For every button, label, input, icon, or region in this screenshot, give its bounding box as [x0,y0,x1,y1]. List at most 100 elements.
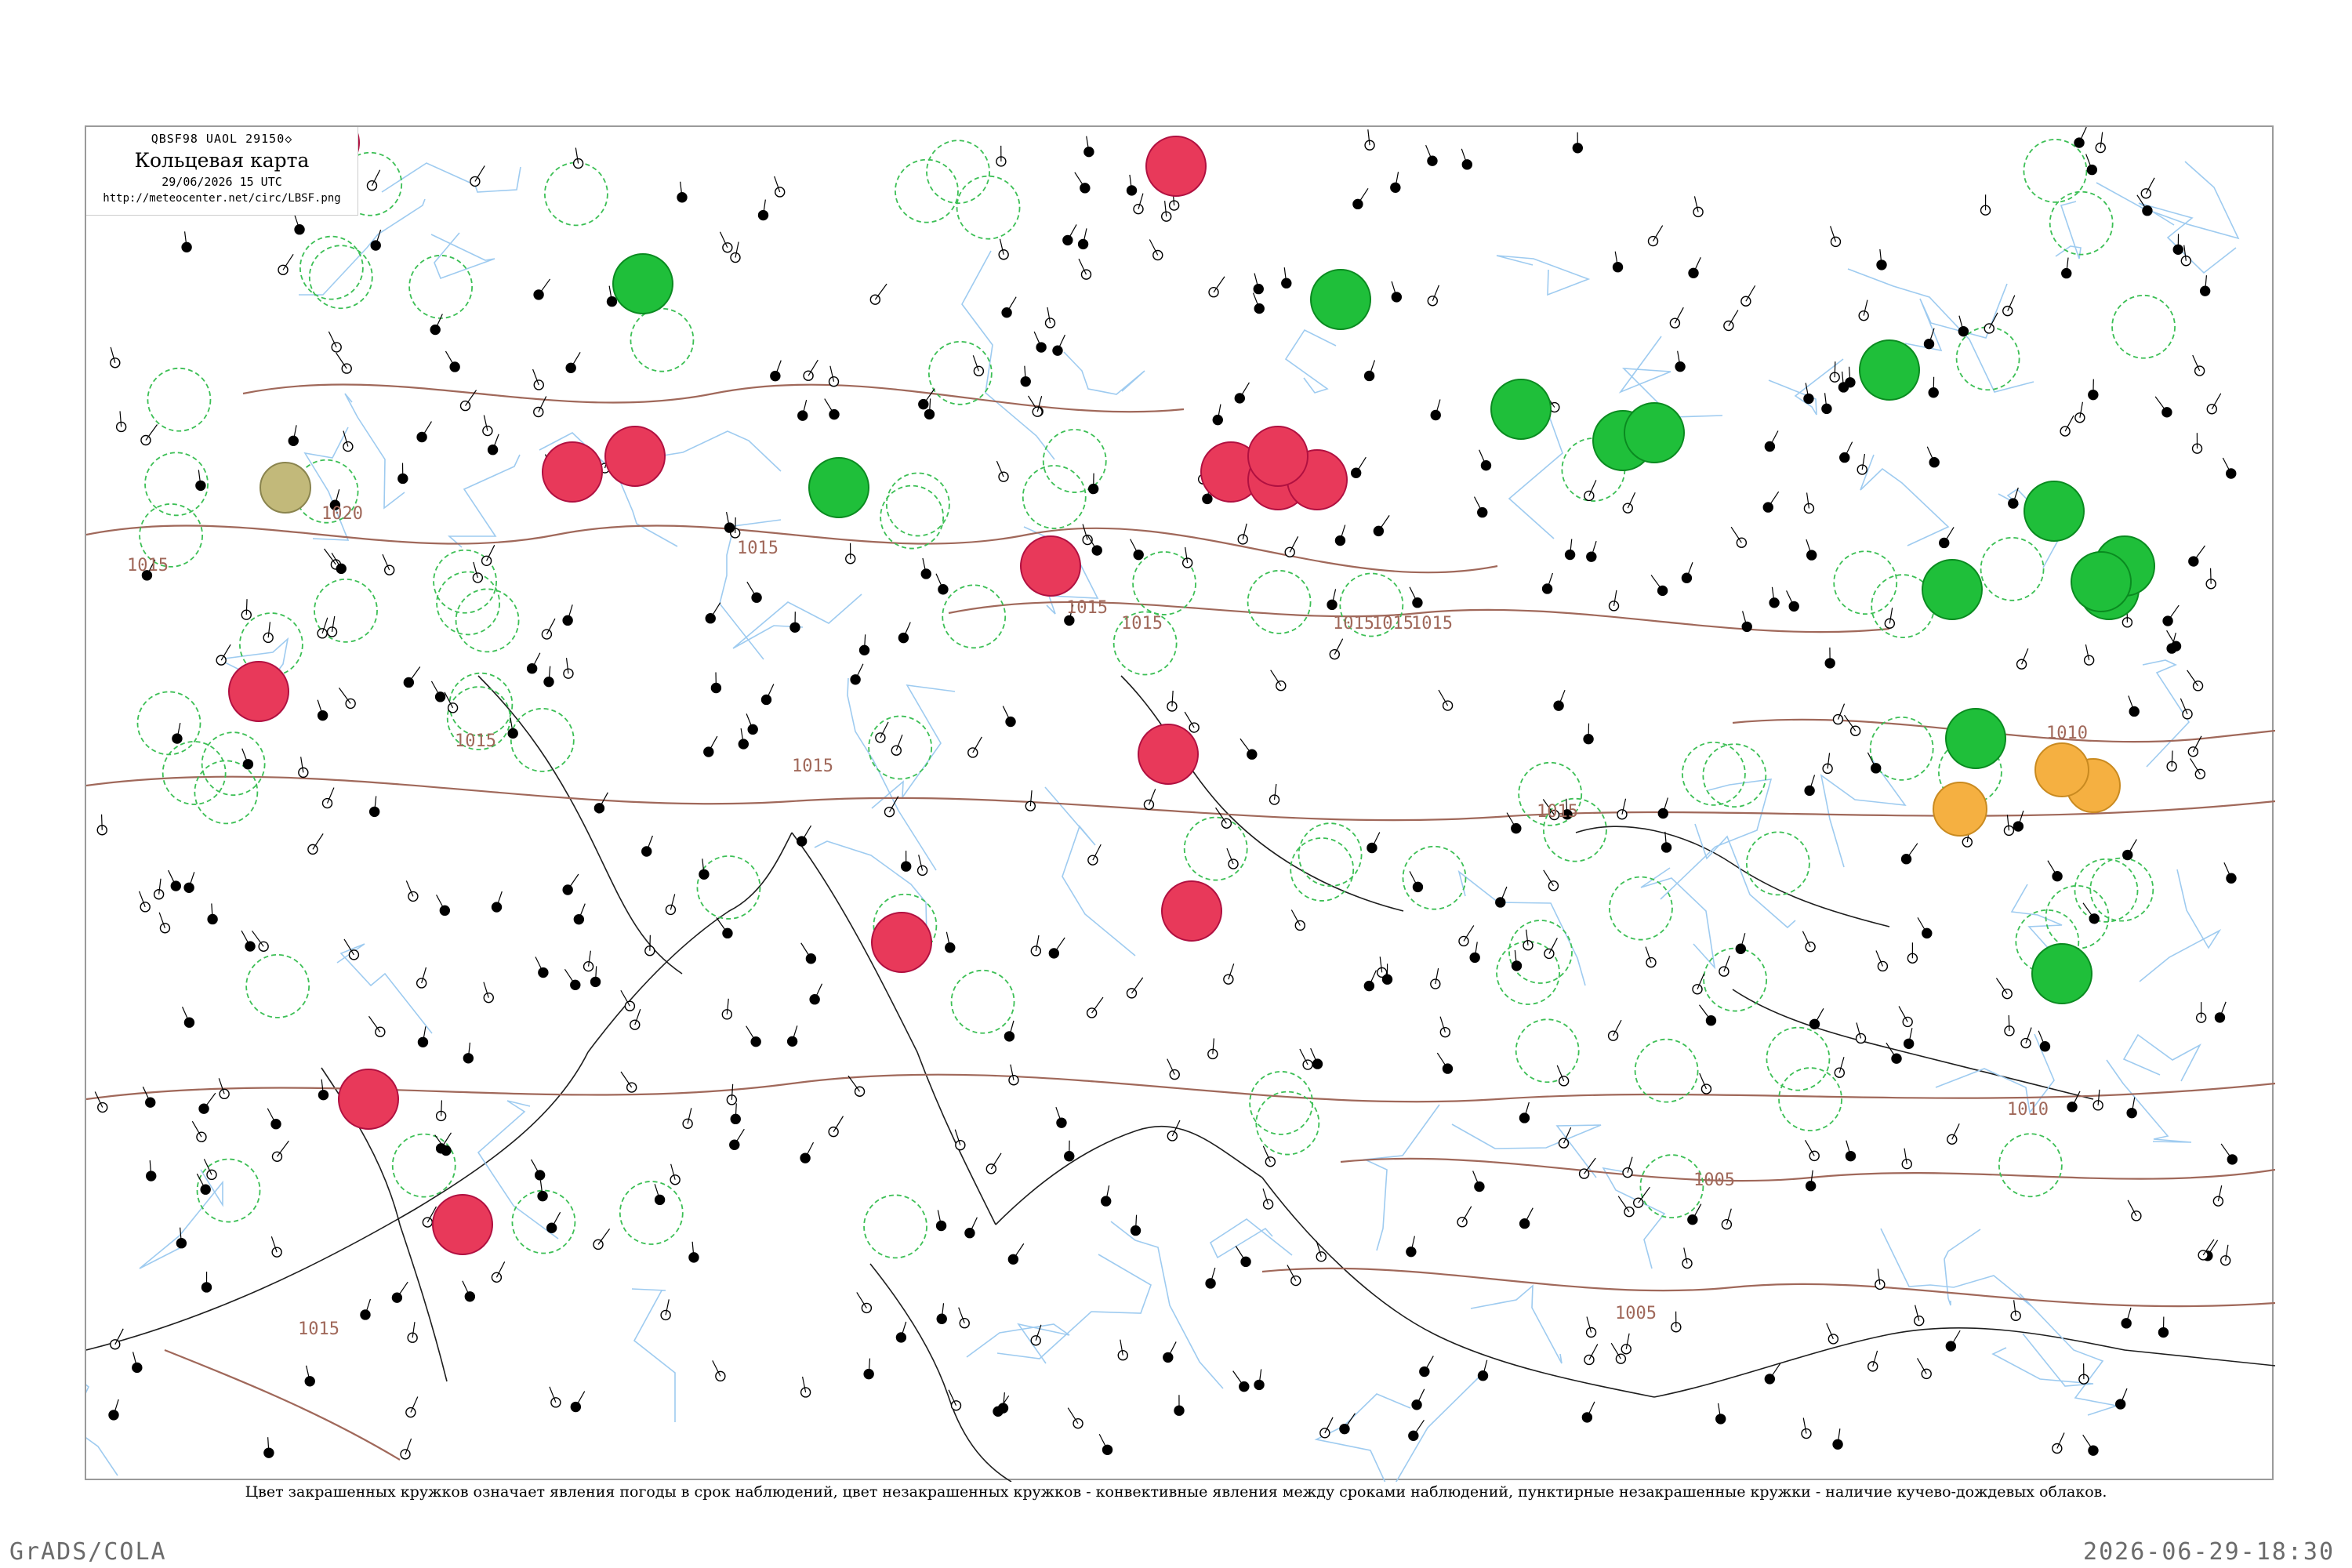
river [381,162,521,193]
coastline [587,832,793,1053]
shower-circle [612,253,673,314]
thunderstorm-circle [1145,136,1207,197]
wind-barb [1091,996,1104,1014]
station-marker [464,1291,476,1302]
river [1314,1393,1411,1482]
wind-barb [245,599,248,615]
cumulonimbus-ring [147,367,212,432]
station-marker [1202,493,1213,505]
wind-barb [276,1140,289,1157]
thunderstorm-circle [338,1069,399,1130]
river [1470,1284,1563,1364]
isobar-label: 1005 [1693,1171,1735,1190]
station-marker [132,1362,143,1374]
station-marker [875,732,886,743]
wind-barb [1235,1246,1247,1262]
wind-barb [1377,515,1390,532]
cumulonimbus-ring [510,707,575,772]
river [447,454,521,548]
shower-circle [1922,559,1983,620]
station-marker [1617,809,1628,820]
cumulonimbus-ring [895,158,959,223]
cumulonimbus-ring [942,584,1007,649]
cumulonimbus-ring [1508,920,1573,984]
station-marker [1693,206,1704,218]
cumulonimbus-ring [630,307,695,372]
river [139,1169,223,1269]
isobar-label: 1015 [127,556,169,575]
station-marker [416,431,427,443]
river [86,1374,118,1476]
wind-barb [734,1128,745,1145]
wind-barb [2167,604,2180,622]
wind-barb [800,942,811,960]
isobar-label: 1015 [1537,802,1578,822]
wind-barb [1074,172,1086,189]
shower-circle [2031,943,2092,1004]
wind-barb [312,833,324,850]
thunderstorm-circle [1161,880,1222,942]
map-url[interactable]: http://meteocenter.net/circ/LBSF.png [86,192,358,205]
river [2122,1033,2201,1082]
wind-barb [1617,1196,1630,1213]
isobar [86,1073,2275,1103]
wind-barb [203,1092,216,1109]
river [1496,255,1591,296]
station-marker [2142,205,2153,216]
dust-circle [1933,782,1987,837]
thunderstorm-circle [604,426,666,487]
isobar-label: 1010 [2046,724,2088,743]
wind-barb [1357,188,1369,205]
river [1768,358,1844,416]
bulletin-code: QBSF98 UAOL 29150◇ [151,132,293,146]
wind-barb [1131,977,1144,994]
shower-circle [1945,708,2006,769]
cumulonimbus-ring [1609,876,1673,941]
cumulonimbus-ring [1998,1133,2063,1198]
station-marker [2002,305,2013,317]
station-marker [1929,457,1940,468]
wind-barb [2047,860,2058,877]
station-marker [1830,236,1842,248]
station-marker [809,994,820,1005]
wind-barb [564,968,576,985]
wind-barb [1944,527,1955,543]
wind-barb [1995,978,2008,994]
isobar [242,383,1185,413]
shower-circle [808,457,869,518]
cumulonimbus-ring [2089,857,2154,922]
wind-barb [1239,382,1250,399]
station-marker [1254,303,1265,314]
coastline [1575,826,1890,927]
river [1044,786,1136,956]
river [732,593,862,649]
shower-circle [1490,379,1552,440]
cumulonimbus-ring [245,953,310,1018]
wind-barb [1463,925,1475,942]
station-marker [829,408,840,420]
station-marker [916,865,928,877]
station-marker [270,1119,281,1130]
station-marker [1608,601,1620,612]
map-header: QBSF98 UAOL 29150◇ Кольцевая карта 29/06… [86,127,358,216]
river [1395,1375,1481,1482]
station-marker [2008,498,2019,509]
isobar-label: 1015 [1333,614,1374,633]
wind-barb [1012,1243,1025,1260]
station-marker [828,1126,839,1138]
wind-barb [338,688,351,704]
wind-barb [567,873,579,891]
shower-circle [2024,481,2085,542]
isobar-labels-layer: 1015102010151015101510151015 101510151015… [127,504,2088,1339]
station-marker [1044,318,1056,328]
wind-barb [833,1116,844,1132]
wind-barb [2154,396,2168,413]
wind-barb [343,938,354,956]
isobar-label: 1015 [1411,614,1453,633]
wind-barb [1652,225,1664,241]
wind-barb [441,1100,443,1116]
wind-barb [824,398,835,415]
wind-barb [1184,711,1195,728]
wind-barb [2082,1434,2094,1451]
coastline [477,675,683,975]
